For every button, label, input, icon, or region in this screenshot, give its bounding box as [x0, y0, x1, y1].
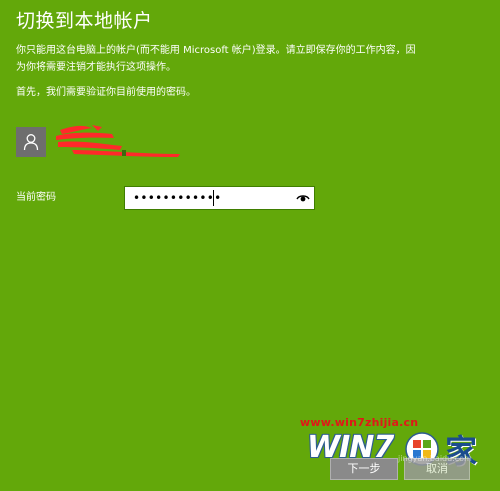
watermark-baidu: jingyan.baidu.com: [398, 454, 472, 463]
description-line-2: 为你将需要注销才能执行这项操作。: [16, 62, 176, 73]
person-icon: [23, 134, 39, 151]
description-line-1: 你只能用这台电脑上的帐户(而不能用 Microsoft 帐户)登录。请立即保存你…: [16, 45, 416, 56]
redacted-account-name: [56, 125, 180, 157]
reveal-password-button[interactable]: [295, 191, 311, 205]
eye-icon: [296, 195, 310, 202]
password-value[interactable]: ••••••••••••: [133, 189, 290, 207]
text-caret: [213, 190, 214, 206]
page-title: 切换到本地帐户: [16, 10, 153, 32]
next-button[interactable]: 下一步: [330, 458, 398, 480]
verify-instruction: 首先，我们需要验证你目前使用的密码。: [16, 87, 196, 98]
description: 你只能用这台电脑上的帐户(而不能用 Microsoft 帐户)登录。请立即保存你…: [16, 42, 484, 76]
password-label: 当前密码: [16, 192, 56, 203]
password-field[interactable]: ••••••••••••: [124, 186, 315, 210]
avatar: [16, 127, 46, 157]
watermark-url: www.win7zhijia.cn: [300, 416, 419, 429]
